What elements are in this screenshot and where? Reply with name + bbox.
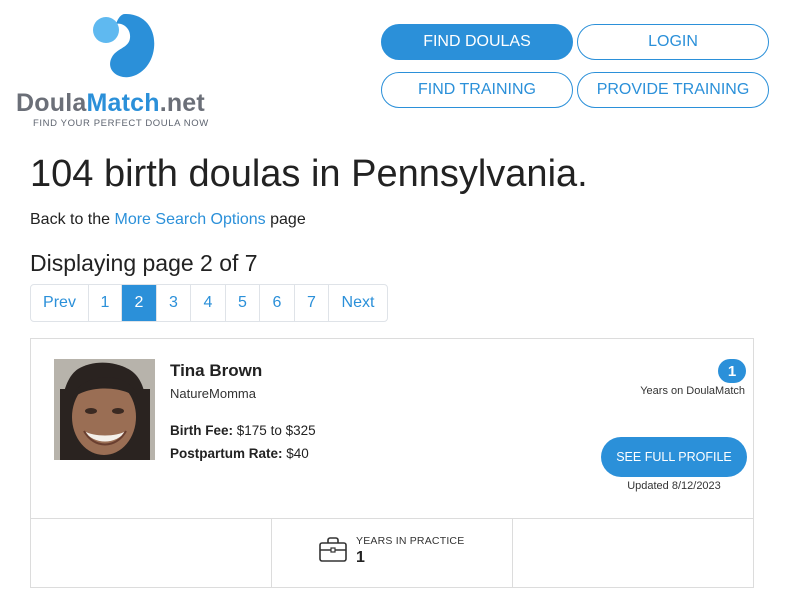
pagination: Prev 1 2 3 4 5 6 7 Next xyxy=(30,284,388,322)
briefcase-icon xyxy=(319,537,347,562)
page-2-button[interactable]: 2 xyxy=(122,285,157,321)
page-3-button[interactable]: 3 xyxy=(157,285,191,321)
stat-cell-empty xyxy=(31,519,272,588)
site-logo[interactable]: DoulaMatch.net FIND YOUR PERFECT DOULA N… xyxy=(16,12,226,132)
stat-years-in-practice: YEARS IN PRACTICE 1 xyxy=(272,519,513,588)
doula-card: Tina Brown NatureMomma Birth Fee: $175 t… xyxy=(30,338,754,588)
doula-nickname: NatureMomma xyxy=(170,386,256,401)
back-text: Back to the More Search Options page xyxy=(30,211,306,228)
years-on-site-label: Years on DoulaMatch xyxy=(640,385,745,397)
doula-stats: YEARS IN PRACTICE 1 xyxy=(31,518,753,588)
years-on-site-badge: 1 xyxy=(718,359,746,383)
doula-name[interactable]: Tina Brown xyxy=(170,361,262,381)
page-title: 104 birth doulas in Pennsylvania. xyxy=(30,153,588,195)
page-status: Displaying page 2 of 7 xyxy=(30,250,258,276)
find-doulas-button[interactable]: FIND DOULAS xyxy=(381,24,573,60)
more-search-options-link[interactable]: More Search Options xyxy=(115,211,266,228)
logo-tagline: FIND YOUR PERFECT DOULA NOW xyxy=(33,118,209,129)
doula-photo[interactable] xyxy=(54,359,155,460)
logo-wordmark: DoulaMatch.net xyxy=(16,89,205,117)
stat-cell-empty xyxy=(513,519,753,588)
page-5-button[interactable]: 5 xyxy=(226,285,260,321)
stat-value: 1 xyxy=(356,549,365,566)
doula-portrait-icon xyxy=(54,359,155,460)
birth-fee: Birth Fee: $175 to $325 xyxy=(170,423,316,438)
see-full-profile-button[interactable]: SEE FULL PROFILE xyxy=(601,437,747,477)
page-6-button[interactable]: 6 xyxy=(260,285,295,321)
prev-page-button[interactable]: Prev xyxy=(31,285,89,321)
find-training-button[interactable]: FIND TRAINING xyxy=(381,72,573,108)
stat-label: YEARS IN PRACTICE xyxy=(356,535,465,547)
login-button[interactable]: LOGIN xyxy=(577,24,769,60)
page-4-button[interactable]: 4 xyxy=(191,285,226,321)
logo-mark-icon xyxy=(93,14,155,78)
page-7-button[interactable]: 7 xyxy=(295,285,329,321)
page-1-button[interactable]: 1 xyxy=(89,285,122,321)
next-page-button[interactable]: Next xyxy=(329,285,387,321)
updated-date: Updated 8/12/2023 xyxy=(627,480,721,492)
provide-training-button[interactable]: PROVIDE TRAINING xyxy=(577,72,769,108)
postpartum-rate: Postpartum Rate: $40 xyxy=(170,446,309,461)
